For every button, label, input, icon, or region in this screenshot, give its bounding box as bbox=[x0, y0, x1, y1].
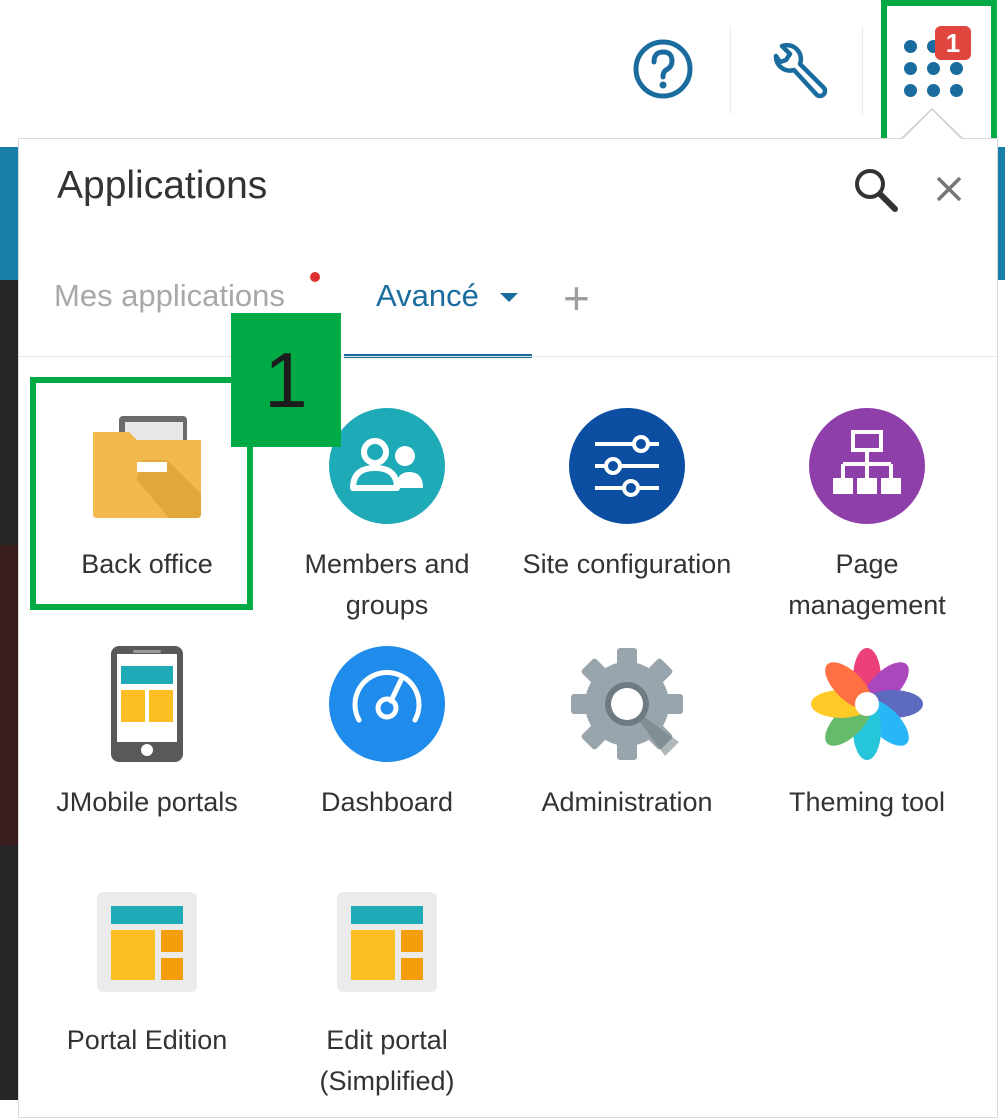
sitemap-icon bbox=[809, 408, 925, 524]
gauge-icon bbox=[329, 646, 445, 762]
tab-notification-dot bbox=[310, 272, 320, 282]
app-label: Portal Edition bbox=[66, 1025, 228, 1055]
annotation-step-number: 1 bbox=[231, 313, 341, 447]
app-label: Dashboard bbox=[320, 787, 454, 817]
tab-mes-applications[interactable]: Mes applications bbox=[54, 278, 285, 314]
wrench-icon[interactable] bbox=[762, 36, 834, 108]
tab-avance[interactable]: Avancé bbox=[376, 278, 479, 314]
layout-icon bbox=[89, 884, 205, 1000]
top-bar: 1 bbox=[0, 0, 1005, 140]
flower-icon bbox=[809, 646, 925, 762]
search-icon[interactable] bbox=[850, 164, 902, 216]
toolbar-separator bbox=[862, 26, 863, 114]
app-label: JMobile portals bbox=[56, 787, 238, 817]
help-icon[interactable] bbox=[632, 38, 694, 100]
popup-caret-fill bbox=[902, 110, 962, 140]
app-label: Site configuration bbox=[522, 549, 732, 579]
app-label: Theming tool bbox=[788, 787, 946, 817]
chevron-down-icon[interactable] bbox=[500, 293, 518, 302]
phone-icon bbox=[89, 646, 205, 762]
gear-icon bbox=[569, 646, 685, 762]
app-label: Members and groups bbox=[304, 549, 470, 620]
users-icon bbox=[329, 408, 445, 524]
add-tab-button[interactable]: + bbox=[563, 275, 590, 321]
annotation-highlight-back-office bbox=[30, 377, 253, 610]
app-label: Administration bbox=[541, 787, 713, 817]
panel-title: Applications bbox=[57, 164, 268, 207]
close-icon[interactable] bbox=[930, 170, 968, 208]
app-label: Edit portal (Simplified) bbox=[319, 1025, 455, 1096]
layout-icon bbox=[329, 884, 445, 1000]
tabs-divider bbox=[19, 356, 997, 357]
background-page-content bbox=[0, 545, 18, 845]
sliders-icon bbox=[569, 408, 685, 524]
toolbar-separator bbox=[730, 26, 731, 114]
app-label: Page management bbox=[788, 549, 946, 620]
